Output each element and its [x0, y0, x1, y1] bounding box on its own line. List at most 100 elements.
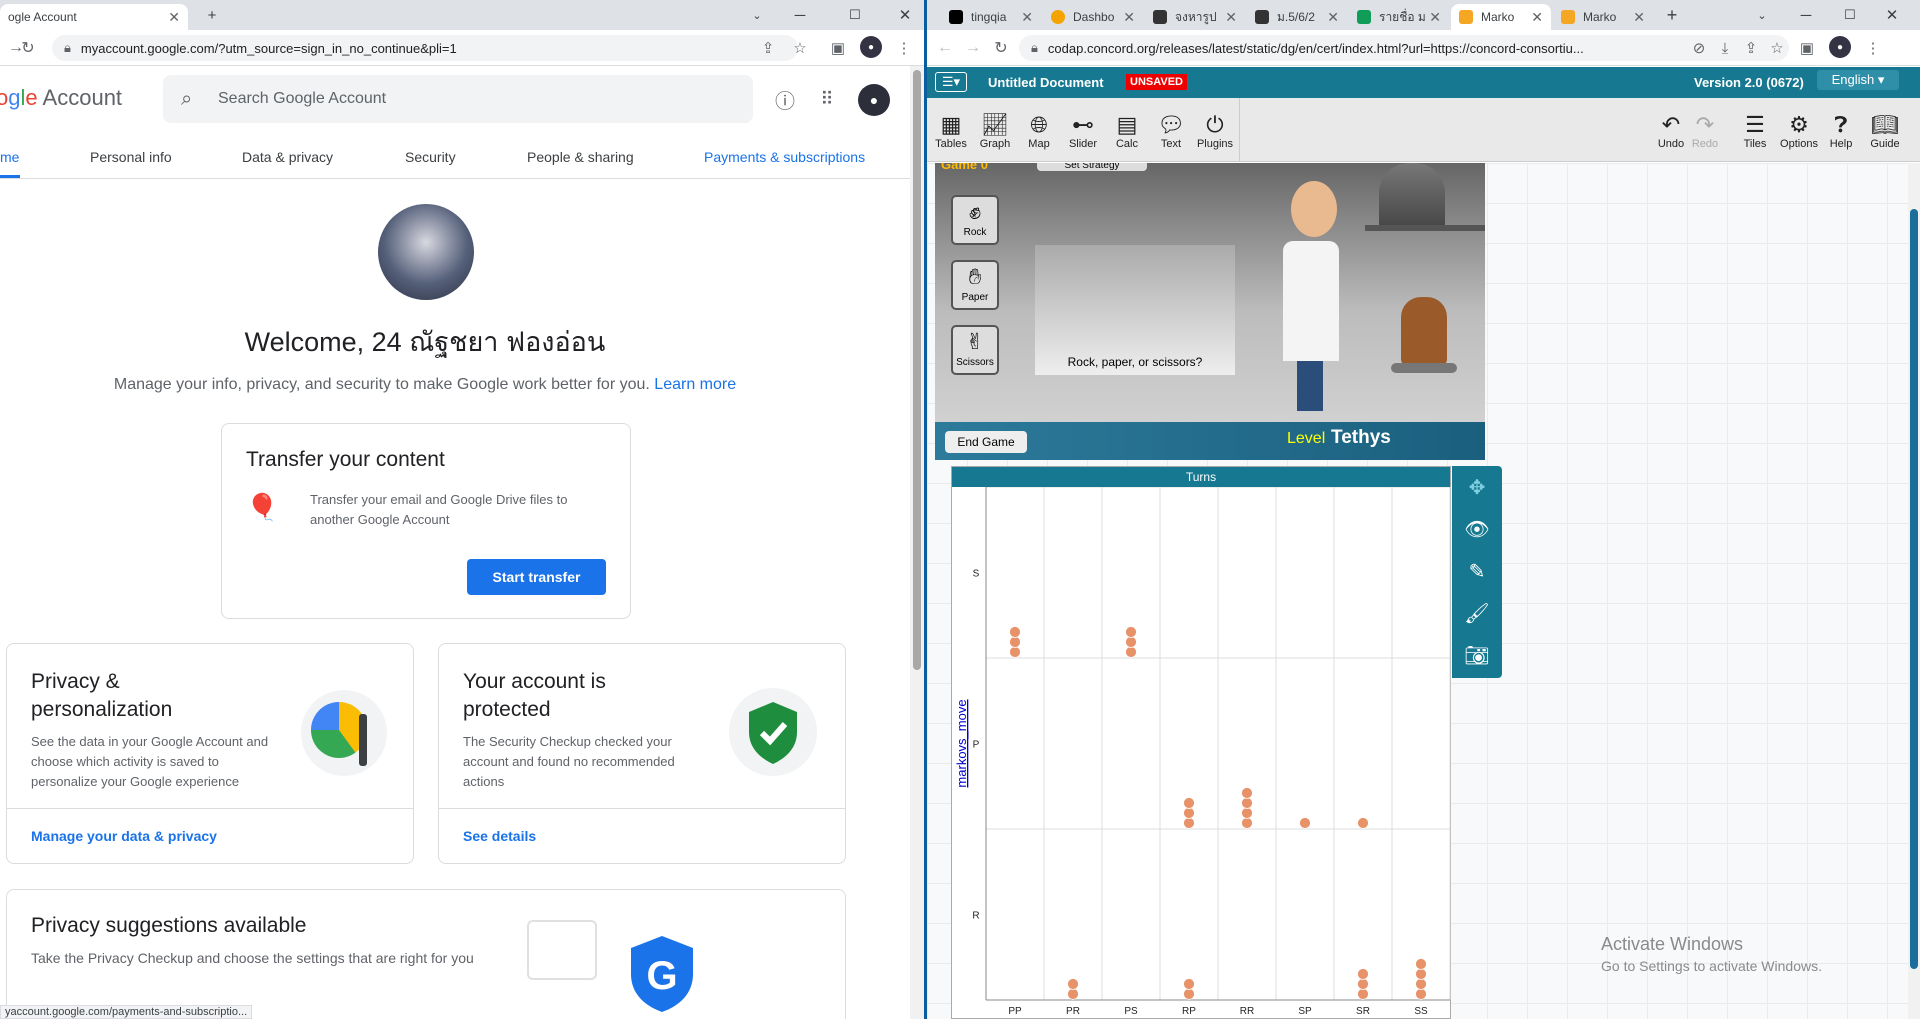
tab-personal-info[interactable]: Personal info	[90, 149, 172, 165]
tiles-tool[interactable]: ☰ Tiles	[1733, 112, 1777, 150]
profile-photo[interactable]	[378, 204, 474, 300]
tab-sheets[interactable]: รายชื่อ ม ✕	[1349, 4, 1449, 30]
data-point[interactable]	[1415, 968, 1427, 980]
graph-tool[interactable]: 📈︎ Graph	[973, 112, 1017, 150]
minimize-icon[interactable]: ─	[785, 0, 815, 30]
data-point[interactable]	[1415, 978, 1427, 990]
chevron-down-icon[interactable]: ⌄	[1747, 0, 1777, 30]
graph-title[interactable]: Turns	[952, 467, 1450, 487]
text-tool[interactable]: 💬︎ Text	[1149, 112, 1193, 150]
hamburger-menu-icon[interactable]: ☰▾	[935, 72, 967, 92]
profile-avatar[interactable]: ●	[860, 36, 882, 58]
tab-markov[interactable]: Marko ✕	[1553, 4, 1653, 30]
close-icon[interactable]: ✕	[1123, 9, 1135, 26]
maximize-icon[interactable]: ☐	[840, 0, 870, 30]
new-tab-icon[interactable]: +	[200, 0, 224, 30]
tab-images[interactable]: จงหารูป ✕	[1145, 4, 1245, 30]
data-point[interactable]	[1183, 988, 1195, 1000]
set-strategy-button[interactable]: Set Strategy	[1037, 163, 1147, 171]
forward-icon[interactable]: →	[961, 36, 985, 60]
camera-icon[interactable]: 📷︎	[1464, 642, 1490, 668]
back-icon[interactable]: ←	[933, 36, 957, 60]
tab-home[interactable]: me	[0, 149, 19, 165]
close-icon[interactable]: ✕	[1225, 9, 1237, 26]
manage-data-link[interactable]: Manage your data & privacy	[31, 828, 217, 844]
sidepanel-icon[interactable]: ▣	[1795, 36, 1819, 60]
data-point[interactable]	[1183, 807, 1195, 819]
plot-area[interactable]: PP PR PS RP RR SP SR SSRPSmarkovs_move	[952, 487, 1452, 1019]
new-tab-icon[interactable]: +	[1657, 0, 1687, 30]
left-scrollbar[interactable]	[910, 66, 924, 1019]
google-account-tab[interactable]: ogle Account ✕	[0, 4, 188, 30]
minimize-icon[interactable]: ─	[1791, 0, 1821, 30]
privacy-suggestions-card[interactable]: Privacy suggestions available Take the P…	[6, 889, 846, 1019]
plugins-tool[interactable]: ⏻ Plugins	[1193, 112, 1237, 150]
close-icon[interactable]: ✕	[1327, 9, 1339, 26]
options-tool[interactable]: ⚙ Options	[1777, 112, 1821, 150]
close-icon[interactable]: ✕	[1531, 9, 1543, 26]
security-card[interactable]: Your account is protected The Security C…	[438, 643, 846, 864]
url-field[interactable]: 🔒︎ codap.concord.org/releases/latest/sta…	[1019, 35, 1789, 61]
download-icon[interactable]: ⤓	[1713, 36, 1737, 60]
brush-icon[interactable]: 🖌︎	[1464, 600, 1490, 626]
share-icon[interactable]: ⇪	[1739, 36, 1763, 60]
map-tool[interactable]: 🌐︎ Map	[1017, 112, 1061, 150]
star-icon[interactable]: ☆	[788, 36, 812, 60]
reload-icon[interactable]: ↻	[16, 36, 40, 60]
share-icon[interactable]: ⇪	[756, 36, 780, 60]
data-point[interactable]	[1357, 817, 1369, 829]
ruler-icon[interactable]: ✎	[1464, 558, 1490, 584]
data-point[interactable]	[1241, 797, 1253, 809]
privacy-card[interactable]: Privacy & personalization See the data i…	[6, 643, 414, 864]
start-transfer-button[interactable]: Start transfer	[467, 559, 606, 595]
right-scrollbar[interactable]	[1908, 163, 1920, 1019]
close-icon[interactable]: ✕	[168, 9, 180, 26]
tab-payments[interactable]: Payments & subscriptions	[704, 149, 865, 165]
data-point[interactable]	[1009, 636, 1021, 648]
sidepanel-icon[interactable]: ▣	[826, 36, 850, 60]
data-point[interactable]	[1125, 626, 1137, 638]
calc-tool[interactable]: ▤ Calc	[1105, 112, 1149, 150]
learn-more-link[interactable]: Learn more	[654, 376, 736, 393]
scrollbar-thumb[interactable]	[1910, 209, 1918, 969]
scrollbar-thumb[interactable]	[913, 70, 921, 670]
see-details-link[interactable]: See details	[463, 828, 536, 844]
data-point[interactable]	[1241, 787, 1253, 799]
eye-icon[interactable]: 👁︎	[1464, 516, 1490, 542]
close-icon[interactable]: ✕	[1633, 9, 1645, 26]
window-close-icon[interactable]: ✕	[1877, 0, 1907, 30]
data-point[interactable]	[1357, 968, 1369, 980]
data-point[interactable]	[1415, 958, 1427, 970]
data-point[interactable]	[1009, 626, 1021, 638]
tab-tiktok[interactable]: tingqia ✕	[941, 4, 1041, 30]
maximize-icon[interactable]: ☐	[1835, 0, 1865, 30]
data-point[interactable]	[1009, 646, 1021, 658]
data-point[interactable]	[1183, 817, 1195, 829]
more-icon[interactable]: ⋮	[892, 36, 916, 60]
slider-tool[interactable]: ⊷ Slider	[1061, 112, 1105, 150]
rescale-icon[interactable]: ✥	[1464, 474, 1490, 500]
end-game-button[interactable]: End Game	[945, 431, 1027, 453]
language-select[interactable]: English ▾	[1817, 70, 1899, 90]
paper-button[interactable]: ✋︎ Paper	[951, 260, 999, 310]
url-field[interactable]: 🔒︎ myaccount.google.com/?utm_source=sign…	[52, 35, 798, 61]
apps-icon[interactable]: ⠿	[815, 87, 839, 111]
scissors-button[interactable]: ✌︎ Scissors	[951, 325, 999, 375]
data-point[interactable]	[1357, 978, 1369, 990]
more-icon[interactable]: ⋮	[1861, 36, 1885, 60]
turns-graph[interactable]: Turns PP PR PS RP RR SP SR SS R P Smarkovs_move	[951, 466, 1451, 1019]
data-point[interactable]	[1241, 807, 1253, 819]
data-point[interactable]	[1183, 978, 1195, 990]
data-point[interactable]	[1067, 978, 1079, 990]
star-icon[interactable]: ☆	[1765, 36, 1789, 60]
data-point[interactable]	[1415, 988, 1427, 1000]
redo-tool[interactable]: ↷ Redo	[1683, 112, 1727, 150]
tab-dashboard[interactable]: Dashbo ✕	[1043, 4, 1143, 30]
tab-security[interactable]: Security	[405, 149, 456, 165]
profile-avatar[interactable]: ●	[1829, 36, 1851, 58]
data-point[interactable]	[1125, 636, 1137, 648]
data-point[interactable]	[1299, 817, 1311, 829]
data-point[interactable]	[1067, 988, 1079, 1000]
window-close-icon[interactable]: ✕	[890, 0, 920, 30]
help-tool[interactable]: ❓︎ Help	[1819, 112, 1863, 150]
